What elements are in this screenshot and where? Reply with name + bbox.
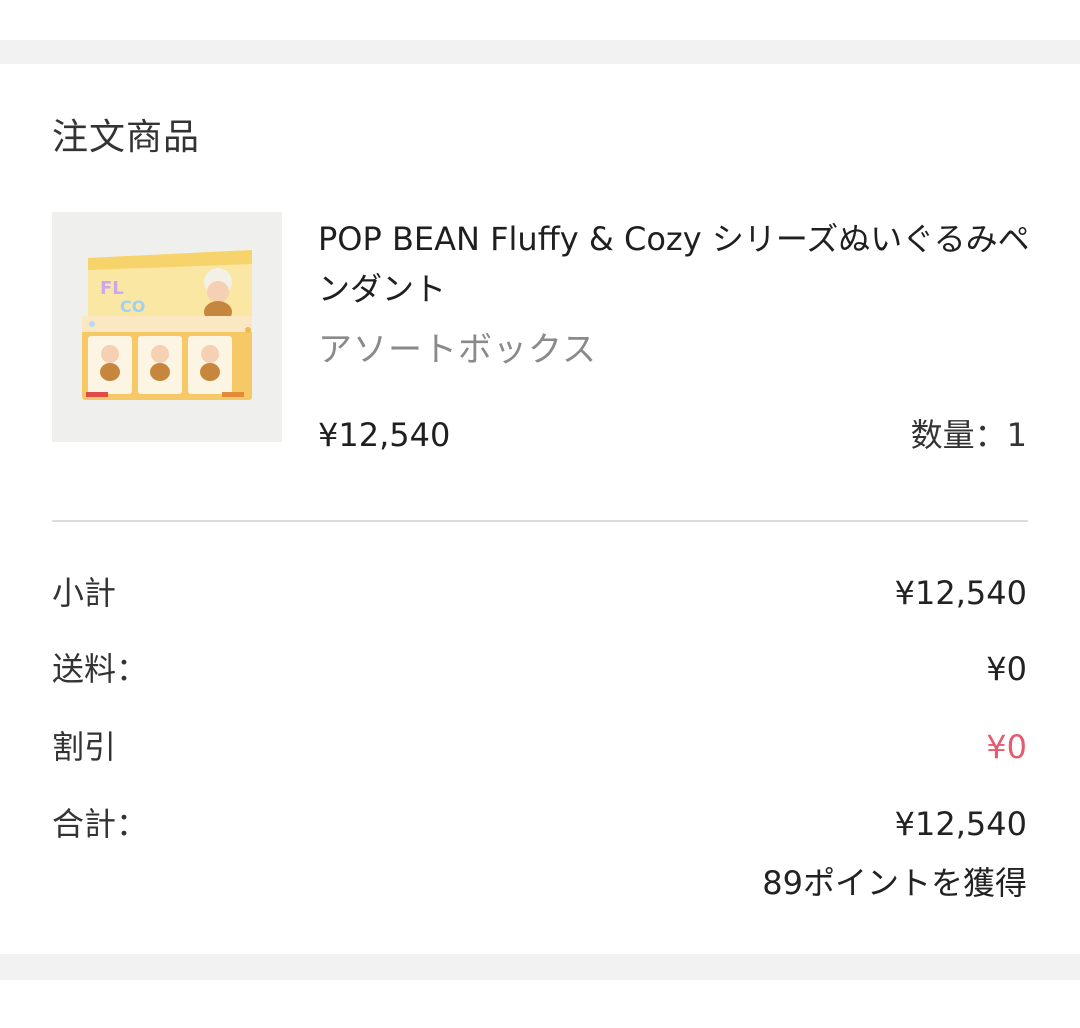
product-quantity: 数量：1 xyxy=(910,416,1027,454)
bottom-band xyxy=(0,980,1080,1028)
section-title: 注文商品 xyxy=(52,117,201,158)
section-separator xyxy=(0,40,1080,64)
total-label: 合計： xyxy=(52,805,149,843)
subtotal-label: 小計 xyxy=(52,574,117,612)
svg-text:CO: CO xyxy=(120,297,145,316)
product-thumbnail[interactable]: FL CO xyxy=(52,212,282,442)
discount-label: 割引 xyxy=(52,728,117,766)
discount-value: ¥0 xyxy=(986,728,1027,766)
product-variant: アソートボックス xyxy=(318,330,597,370)
section-separator-bottom xyxy=(0,954,1080,980)
shipping-value: ¥0 xyxy=(986,650,1027,688)
total-value: ¥12,540 xyxy=(894,805,1027,843)
product-price: ¥12,540 xyxy=(318,416,451,454)
product-image: FL CO xyxy=(52,212,282,442)
points-earned: 89ポイントを獲得 xyxy=(762,864,1027,902)
shipping-label: 送料： xyxy=(52,650,149,688)
svg-text:FL: FL xyxy=(100,278,124,299)
subtotal-value: ¥12,540 xyxy=(894,574,1027,612)
product-name[interactable]: POP BEAN Fluffy & Cozy シリーズぬいぐるみペンダント xyxy=(318,214,1038,314)
top-band xyxy=(0,0,1080,40)
divider xyxy=(52,520,1028,522)
